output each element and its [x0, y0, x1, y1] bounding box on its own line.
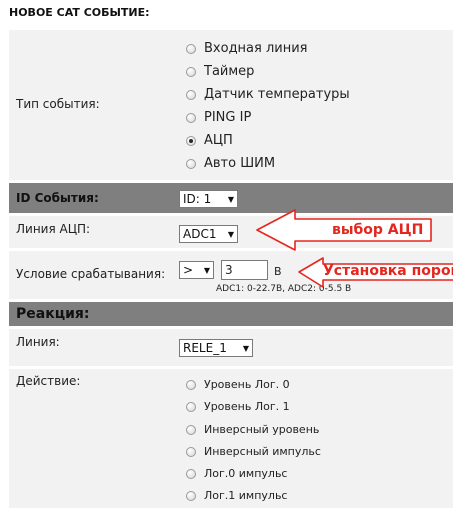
- action-option-pulse-0[interactable]: Лог.0 импульс: [186, 467, 287, 480]
- event-type-option-auto-pwm[interactable]: Авто ШИМ: [186, 156, 275, 171]
- radio-button[interactable]: [186, 43, 196, 54]
- option-label: Инверсный импульс: [204, 445, 321, 458]
- event-id-value: ID: 1: [183, 192, 212, 206]
- radio-button[interactable]: [186, 424, 196, 435]
- event-type-option-adc[interactable]: АЦП: [186, 133, 233, 148]
- adc-choice-annotation: выбор АЦП: [332, 222, 424, 238]
- reaction-line-label: Линия:: [16, 335, 60, 349]
- option-label: АЦП: [204, 133, 233, 148]
- trigger-operator-value: >: [183, 263, 194, 277]
- event-type-option-timer[interactable]: Таймер: [186, 64, 254, 79]
- radio-button[interactable]: [186, 401, 196, 412]
- radio-button[interactable]: [186, 66, 196, 77]
- option-label: Инверсный уровень: [204, 423, 320, 436]
- radio-button[interactable]: [186, 89, 196, 100]
- adc-line-value: ADC1: [183, 227, 217, 241]
- adc-line-label: Линия АЦП:: [16, 222, 91, 236]
- reaction-header: Реакция:: [16, 306, 90, 322]
- action-option-level-0[interactable]: Уровень Лог. 0: [186, 378, 290, 391]
- action-option-inverse-pulse[interactable]: Инверсный импульс: [186, 445, 321, 458]
- dropdown-arrow-icon: ▼: [227, 229, 234, 239]
- radio-button[interactable]: [186, 468, 196, 479]
- reaction-line-value: RELE_1: [183, 341, 227, 355]
- event-type-option-temp-sensor[interactable]: Датчик температуры: [186, 87, 350, 102]
- radio-button-selected[interactable]: [186, 135, 196, 146]
- option-label: Лог.1 импульс: [204, 489, 288, 502]
- action-label: Действие:: [16, 374, 81, 388]
- trigger-condition-label: Условие срабатывания:: [16, 267, 166, 281]
- action-option-inverse-level[interactable]: Инверсный уровень: [186, 423, 319, 436]
- threshold-annotation: Установка порог: [323, 263, 453, 279]
- radio-button[interactable]: [186, 490, 196, 501]
- trigger-unit: В: [274, 265, 282, 278]
- radio-button[interactable]: [186, 446, 196, 457]
- option-label: Авто ШИМ: [204, 156, 276, 171]
- adc-line-select[interactable]: ADC1 ▼: [179, 225, 238, 243]
- event-type-option-input-line[interactable]: Входная линия: [186, 41, 308, 56]
- trigger-operator-select[interactable]: > ▼: [179, 261, 214, 279]
- radio-button[interactable]: [186, 158, 196, 169]
- option-label: PING IP: [204, 110, 252, 125]
- dropdown-arrow-icon: ▼: [227, 194, 234, 204]
- event-id-select[interactable]: ID: 1 ▼: [179, 190, 238, 208]
- option-label: Лог.0 импульс: [204, 467, 288, 480]
- page-title: НОВОЕ CAT СОБЫТИЕ:: [9, 6, 150, 19]
- action-option-pulse-1[interactable]: Лог.1 импульс: [186, 489, 287, 502]
- event-id-label: ID События:: [16, 191, 99, 205]
- option-label: Таймер: [204, 64, 255, 79]
- option-label: Датчик температуры: [204, 87, 350, 102]
- radio-button[interactable]: [186, 379, 196, 390]
- action-option-level-1[interactable]: Уровень Лог. 1: [186, 400, 290, 413]
- reaction-line-select[interactable]: RELE_1 ▼: [179, 339, 253, 357]
- option-label: Входная линия: [204, 41, 308, 56]
- option-label: Уровень Лог. 0: [204, 378, 290, 391]
- dropdown-arrow-icon: ▼: [242, 343, 249, 353]
- dropdown-arrow-icon: ▼: [203, 265, 210, 275]
- trigger-threshold-input[interactable]: 3: [221, 260, 268, 280]
- event-type-label: Тип события:: [16, 97, 100, 111]
- radio-button[interactable]: [186, 112, 196, 123]
- option-label: Уровень Лог. 1: [204, 400, 290, 413]
- event-type-option-ping-ip[interactable]: PING IP: [186, 110, 251, 125]
